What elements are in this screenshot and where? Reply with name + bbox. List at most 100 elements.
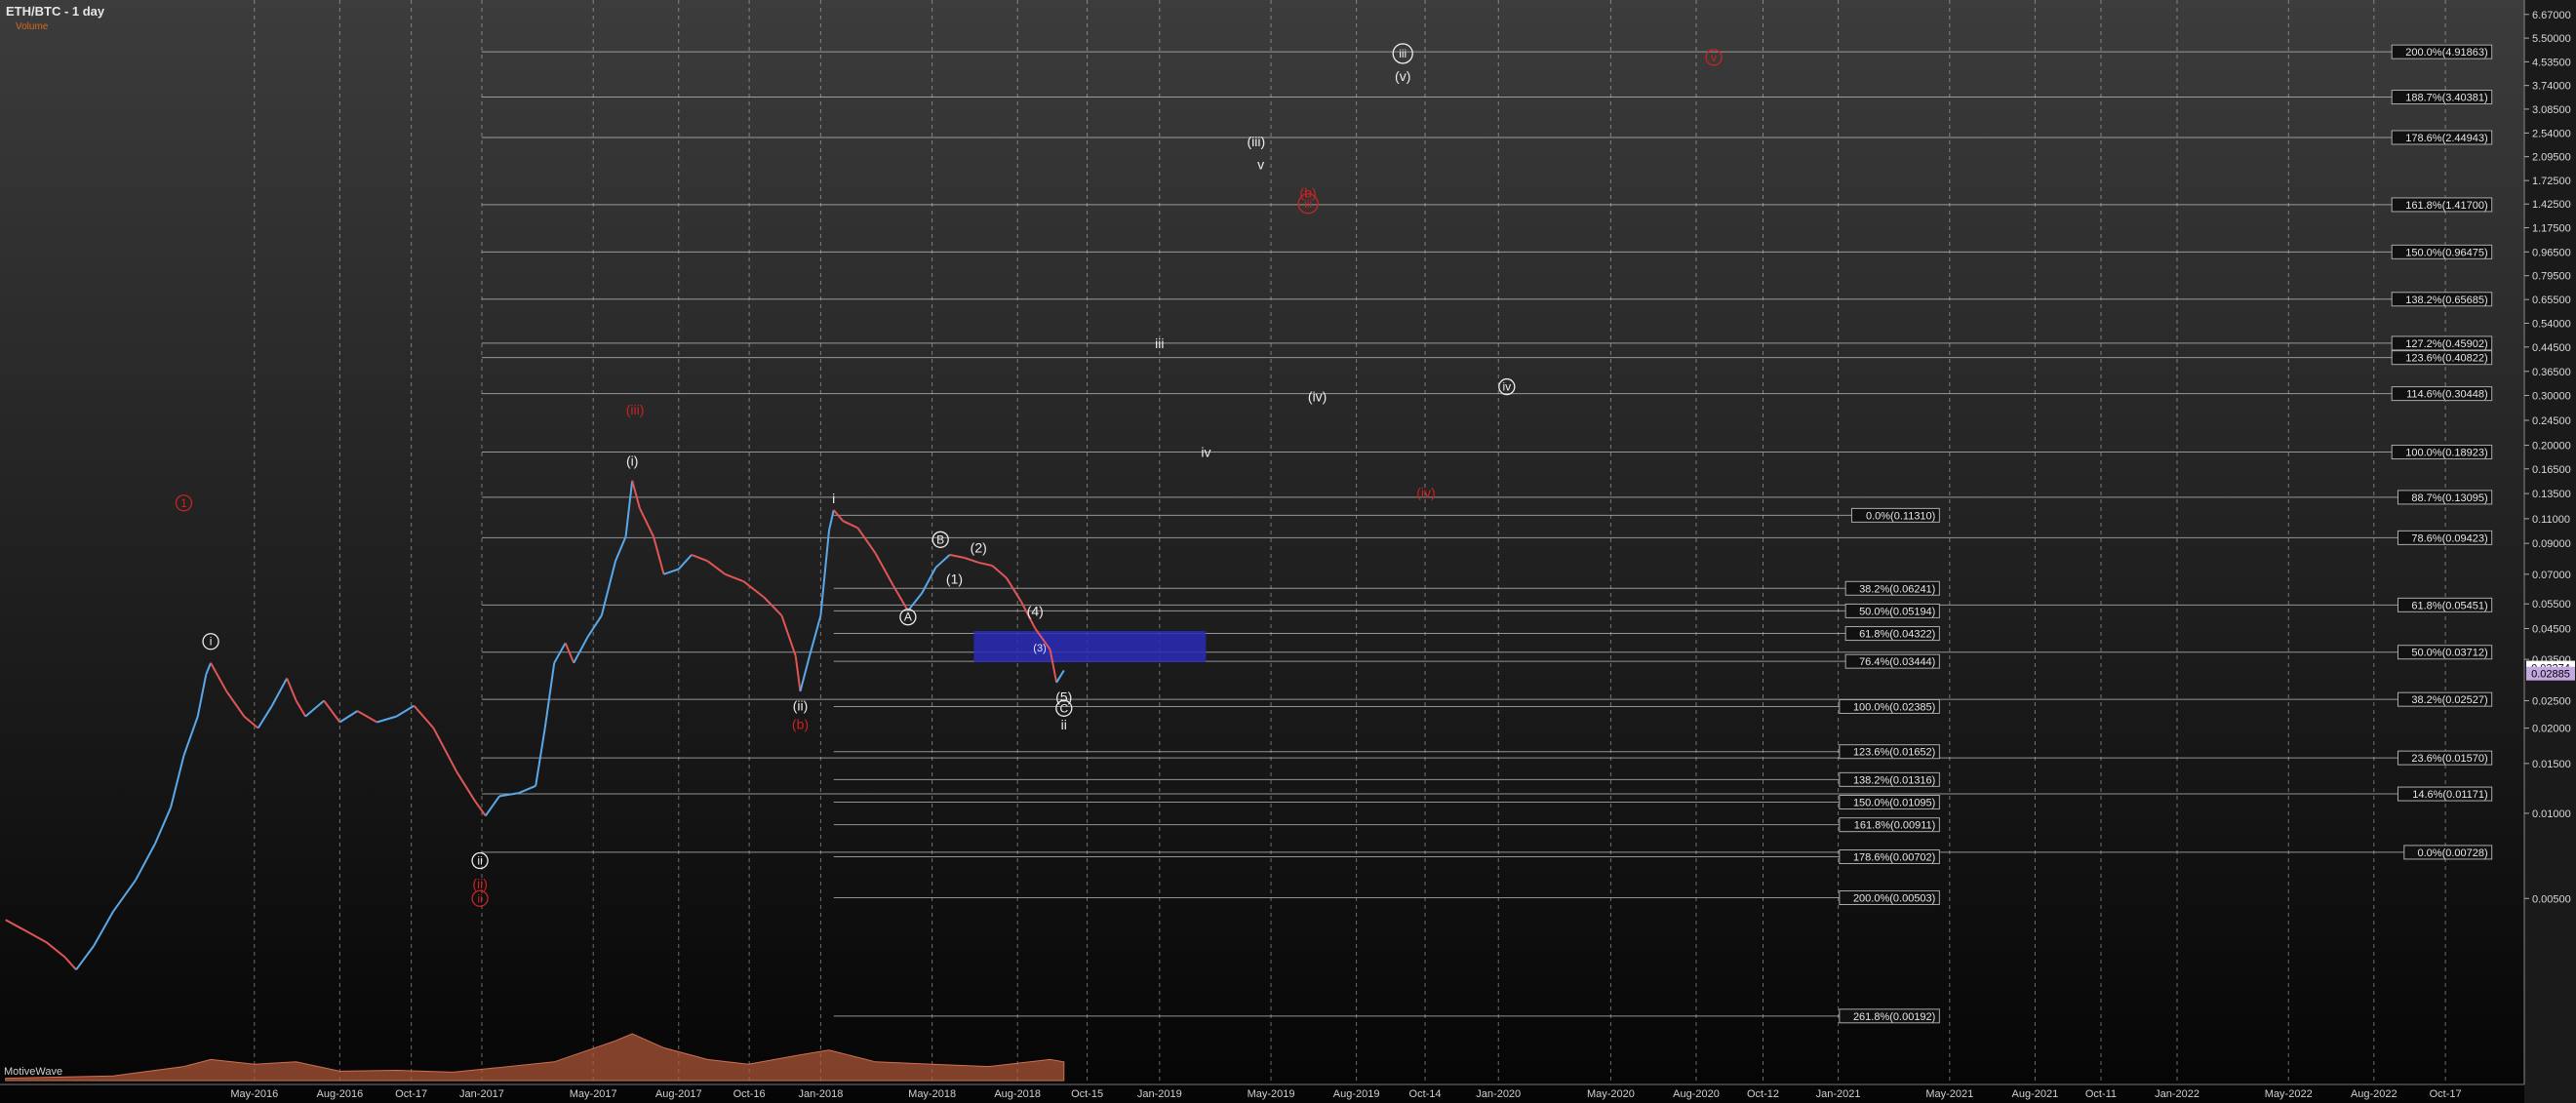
fib-level-label: 61.8%(0.04322) xyxy=(1859,629,1935,641)
y-tick-label: 2.09500 xyxy=(2532,152,2571,164)
y-tick-label: 0.04500 xyxy=(2532,623,2571,635)
wave-label: (iii) xyxy=(1247,134,1265,149)
fib-level-label: 123.6%(0.01652) xyxy=(1853,747,1935,759)
y-tick-label: 0.96500 xyxy=(2532,247,2571,258)
y-tick-label: 1.42500 xyxy=(2532,199,2571,211)
fib-level-label: 178.6%(2.44943) xyxy=(2405,133,2487,144)
y-tick-label: 0.44500 xyxy=(2532,342,2571,354)
x-tick-label: May-2018 xyxy=(908,1088,956,1100)
wave-label: v xyxy=(1711,51,1717,64)
target-zone-box xyxy=(973,631,1207,663)
wave-label: (iv) xyxy=(1416,485,1435,500)
wave-label: B xyxy=(936,532,944,546)
y-tick-label: 3.74000 xyxy=(2532,81,2571,93)
chart-background xyxy=(0,0,2576,1103)
y-tick-label: 0.16500 xyxy=(2532,464,2571,476)
wave-label: ii xyxy=(1061,717,1067,732)
fib-level-label: 150.0%(0.01095) xyxy=(1853,798,1935,809)
y-tick-label: 0.36500 xyxy=(2532,367,2571,378)
y-tick-label: 0.09000 xyxy=(2532,538,2571,550)
y-tick-label: 0.01500 xyxy=(2532,759,2571,770)
wave-label: (iii) xyxy=(626,402,645,417)
wave-label: iii xyxy=(1399,47,1407,60)
fib-level-label: 178.6%(0.00702) xyxy=(1853,852,1935,864)
wave-label: iii xyxy=(1155,335,1164,351)
wave-label: v xyxy=(1257,157,1264,173)
x-tick-label: Oct-16 xyxy=(733,1088,766,1100)
x-tick-label: May-2020 xyxy=(1587,1088,1635,1100)
wave-label: ii xyxy=(477,891,482,905)
target-zone: (3) xyxy=(973,631,1207,663)
y-tick-label: 2.54000 xyxy=(2532,128,2571,139)
fib-level-label: 138.2%(0.65685) xyxy=(2405,295,2487,306)
fib-level-label: 100.0%(0.18923) xyxy=(2405,448,2487,459)
y-tick-label: 6.67000 xyxy=(2532,10,2571,21)
y-tick-label: 0.13500 xyxy=(2532,489,2571,500)
wave-label: (b) xyxy=(792,717,809,732)
wave-label: iii xyxy=(1304,197,1312,211)
price-axis-panel xyxy=(2524,0,2576,1103)
wave-label: A xyxy=(904,611,912,624)
fib-level-label: 50.0%(0.05194) xyxy=(1859,606,1935,617)
x-tick-label: May-2019 xyxy=(1248,1088,1295,1100)
wave-label: i xyxy=(832,491,835,506)
price-badge: 0.02885 xyxy=(2531,669,2570,681)
price-axis[interactable]: 6.67000 5.50000 4.53500 3.74000 3.08500 2.540… xyxy=(2523,0,2576,1103)
y-tick-label: 0.79500 xyxy=(2532,271,2571,283)
y-tick-label: 0.24500 xyxy=(2532,415,2571,427)
fib-level-label: 161.8%(1.41700) xyxy=(2405,200,2487,212)
y-tick-label: 0.65500 xyxy=(2532,295,2571,306)
wave-label: iv xyxy=(1502,380,1511,394)
x-tick-label: Aug-2016 xyxy=(317,1088,364,1100)
x-tick-label: Aug-2018 xyxy=(994,1088,1041,1100)
x-tick-label: Oct-11 xyxy=(2085,1088,2117,1100)
y-tick-label: 1.17500 xyxy=(2532,223,2571,235)
fib-level-label: 123.6%(0.40822) xyxy=(2405,353,2487,365)
wave-label: (iv) xyxy=(1308,389,1327,405)
x-tick-label: May-2022 xyxy=(2265,1088,2313,1100)
y-tick-label: 0.20000 xyxy=(2532,441,2571,453)
price-chart[interactable]: 200.0%(4.91863) 188.7%(3.40381) 178.6%(2.4… xyxy=(0,0,2576,1103)
fib-level-label: 100.0%(0.02385) xyxy=(1853,701,1935,713)
y-tick-label: 0.54000 xyxy=(2532,318,2571,330)
chart-title: ETH/BTC - 1 day xyxy=(6,4,105,19)
wave-label: (ii) xyxy=(793,698,809,714)
y-tick-label: 0.05500 xyxy=(2532,599,2571,611)
wave-label: 1 xyxy=(180,496,187,510)
fib-level-label: 38.2%(0.02527) xyxy=(2411,694,2487,706)
x-tick-label: Oct-14 xyxy=(1409,1088,1442,1100)
fib-level-label: 0.0%(0.11310) xyxy=(1866,510,1935,522)
fib-level-label: 88.7%(0.13095) xyxy=(2411,492,2487,504)
x-tick-label: Aug-2017 xyxy=(655,1088,702,1100)
x-tick-label: Jan-2018 xyxy=(798,1088,843,1100)
fib-level-label: 61.8%(0.05451) xyxy=(2411,600,2487,611)
wave-label: (2) xyxy=(971,540,987,556)
wave-label: (v) xyxy=(1395,68,1410,84)
x-tick-label: May-2017 xyxy=(570,1088,617,1100)
x-tick-label: Jan-2021 xyxy=(1816,1088,1861,1100)
wave-label: (ii) xyxy=(472,876,488,891)
indicator-label: MotiveWave xyxy=(4,1066,63,1078)
fib-level-label: 200.0%(0.00503) xyxy=(1853,893,1935,905)
x-tick-label: Oct-17 xyxy=(395,1088,427,1100)
y-tick-label: 4.53500 xyxy=(2532,57,2571,68)
wave-label: i xyxy=(210,635,213,649)
x-tick-label: Jan-2020 xyxy=(1476,1088,1521,1100)
wave-label: C xyxy=(1059,701,1068,715)
fib-level-label: 150.0%(0.96475) xyxy=(2405,247,2487,258)
y-tick-label: 0.30000 xyxy=(2532,390,2571,402)
wave-label: ii xyxy=(477,854,482,868)
y-tick-label: 0.01000 xyxy=(2532,808,2571,820)
fib-level-label: 76.4%(0.03444) xyxy=(1859,656,1935,668)
y-tick-label: 5.50000 xyxy=(2532,33,2571,45)
zone-label: (3) xyxy=(1033,643,1046,654)
x-tick-label: Jan-2022 xyxy=(2155,1088,2200,1100)
wave-label: (4) xyxy=(1027,603,1044,618)
y-tick-label: 1.72500 xyxy=(2532,176,2571,187)
y-tick-label: 0.02500 xyxy=(2532,696,2571,708)
y-tick-label: 0.02000 xyxy=(2532,724,2571,735)
x-tick-label: May-2016 xyxy=(230,1088,278,1100)
x-tick-label: Oct-12 xyxy=(1747,1088,1779,1100)
x-tick-label: Jan-2017 xyxy=(459,1088,504,1100)
fib-level-label: 50.0%(0.03712) xyxy=(2411,648,2487,659)
